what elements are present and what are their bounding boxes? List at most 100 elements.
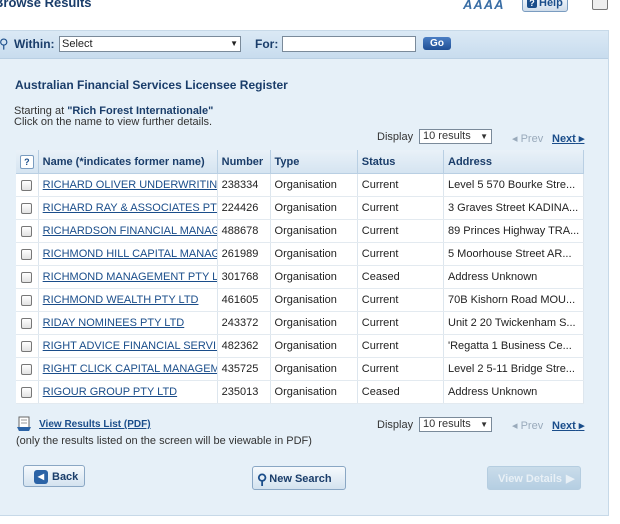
pdf-row: View Results List (PDF): [16, 416, 151, 432]
font-size-selector[interactable]: AAAA: [463, 0, 505, 12]
next-link-bottom[interactable]: Next ▸: [552, 419, 584, 432]
status-cell: Current: [357, 173, 445, 197]
licensee-name-link[interactable]: RICHMOND MANAGEMENT PTY LTD: [43, 271, 217, 283]
column-header-address[interactable]: Address: [443, 150, 584, 174]
type-cell: Organisation: [270, 219, 358, 243]
row-select[interactable]: [16, 242, 39, 266]
row-select[interactable]: [16, 288, 39, 312]
name-cell: RICHMOND WEALTH PTY LTD: [38, 288, 218, 312]
row-select[interactable]: [16, 380, 39, 404]
row-select[interactable]: [16, 311, 39, 335]
register-title: Australian Financial Services Licensee R…: [15, 78, 288, 92]
prev-label: Prev: [520, 133, 544, 145]
row-select[interactable]: [16, 219, 39, 243]
number-cell: 482362: [217, 334, 271, 358]
display-select-top[interactable]: 10 results ▼: [419, 129, 492, 144]
row-checkbox[interactable]: [21, 225, 33, 237]
name-cell: RIGOUR GROUP PTY LTD: [38, 380, 218, 404]
go-button[interactable]: Go: [423, 37, 451, 50]
number-cell: 243372: [217, 311, 271, 335]
name-cell: RIGHT CLICK CAPITAL MANAGEM...: [38, 357, 218, 381]
search-input[interactable]: [282, 36, 416, 52]
column-header-type[interactable]: Type: [270, 150, 358, 174]
number-cell: 238334: [217, 173, 271, 197]
column-header-number[interactable]: Number: [217, 150, 271, 174]
table-row: RICHARDSON FINANCIAL MANAG... 488678 Organ…: [16, 219, 584, 243]
print-icon[interactable]: [592, 0, 608, 10]
dropdown-arrow-icon: ▼: [480, 132, 488, 141]
licensee-name-link[interactable]: RICHARD RAY & ASSOCIATES PTY...: [43, 202, 217, 214]
address-cell: Level 2 5-11 Bridge Stre...: [443, 357, 584, 381]
help-column-header[interactable]: ?: [16, 150, 39, 174]
display-label: Display: [377, 419, 414, 431]
licensee-name-link[interactable]: RICHARD OLIVER UNDERWRITIN...: [43, 179, 217, 191]
table-row: RICHARD RAY & ASSOCIATES PTY... 224426 Org…: [16, 196, 584, 220]
row-checkbox[interactable]: [21, 202, 33, 214]
within-select[interactable]: Select ▼: [59, 36, 241, 52]
table-row: RICHARD OLIVER UNDERWRITIN... 238334 Organ…: [16, 173, 584, 197]
table-row: RIGHT CLICK CAPITAL MANAGEM... 435725 Orga…: [16, 357, 584, 381]
type-cell: Organisation: [270, 357, 358, 381]
view-results-pdf-link[interactable]: View Results List (PDF): [39, 419, 151, 430]
next-label: Next: [552, 420, 576, 432]
name-cell: RIGHT ADVICE FINANCIAL SERVI...: [38, 334, 218, 358]
name-cell: RICHMOND HILL CAPITAL MANAG...: [38, 242, 218, 266]
licensee-name-link[interactable]: RICHMOND HILL CAPITAL MANAG...: [43, 248, 217, 260]
view-details-label: View Details: [498, 473, 562, 485]
row-select[interactable]: [16, 265, 39, 289]
pdf-icon: [17, 416, 31, 431]
prev-link-bottom[interactable]: ◂ Prev: [512, 419, 543, 432]
instruction-text: Click on the name to view further detail…: [14, 116, 213, 128]
type-cell: Organisation: [270, 380, 358, 404]
back-label: Back: [52, 471, 79, 483]
column-header-status[interactable]: Status: [357, 150, 445, 174]
help-icon: ?: [19, 154, 34, 169]
licensee-name-link[interactable]: RICHMOND WEALTH PTY LTD: [43, 294, 199, 306]
licensee-name-link[interactable]: RIGHT CLICK CAPITAL MANAGEM...: [43, 363, 217, 375]
status-cell: Current: [357, 357, 445, 381]
display-bottom: Display 10 results ▼: [377, 417, 492, 432]
licensee-name-link[interactable]: RIGHT ADVICE FINANCIAL SERVI...: [43, 340, 217, 352]
licensee-name-link[interactable]: RICHARDSON FINANCIAL MANAG...: [43, 225, 217, 237]
row-checkbox[interactable]: [21, 363, 33, 375]
licensee-name-link[interactable]: RIGOUR GROUP PTY LTD: [43, 386, 177, 398]
name-cell: RIDAY NOMINEES PTY LTD: [38, 311, 218, 335]
row-checkbox[interactable]: [21, 179, 33, 191]
address-cell: Level 5 570 Bourke Stre...: [443, 173, 584, 197]
next-label: Next: [552, 133, 576, 145]
name-cell: RICHARD OLIVER UNDERWRITIN...: [38, 173, 218, 197]
row-checkbox[interactable]: [21, 386, 33, 398]
row-checkbox[interactable]: [21, 248, 33, 260]
back-button[interactable]: ◀ Back: [23, 465, 85, 487]
status-cell: Current: [357, 242, 445, 266]
prev-arrow-icon: ◂: [512, 133, 518, 145]
results-panel: ⚲ Within: Select ▼ For: Go Australian Fin…: [0, 30, 609, 516]
intro-text: Starting at "Rich Forest Internationale"…: [14, 106, 234, 128]
row-select[interactable]: [16, 196, 39, 220]
row-checkbox[interactable]: [21, 340, 33, 352]
row-select[interactable]: [16, 173, 39, 197]
row-checkbox[interactable]: [21, 317, 33, 329]
row-select[interactable]: [16, 334, 39, 358]
row-checkbox[interactable]: [21, 294, 33, 306]
display-select-bottom[interactable]: 10 results ▼: [419, 417, 492, 432]
pdf-note: (only the results listed on the screen w…: [16, 435, 312, 447]
new-search-button[interactable]: ⚲ New Search: [252, 466, 346, 490]
new-search-label: New Search: [269, 473, 332, 485]
view-details-button[interactable]: View Details ▶: [487, 466, 581, 490]
prev-label: Prev: [520, 420, 544, 432]
address-cell: 'Regatta 1 Business Ce...: [443, 334, 584, 358]
next-link-top[interactable]: Next ▸: [552, 132, 584, 145]
prev-link-top[interactable]: ◂ Prev: [512, 132, 543, 145]
number-cell: 435725: [217, 357, 271, 381]
table-row: RIGOUR GROUP PTY LTD 235013 Organisation Ce…: [16, 380, 584, 404]
status-cell: Current: [357, 219, 445, 243]
dropdown-arrow-icon: ▼: [230, 39, 238, 48]
type-cell: Organisation: [270, 288, 358, 312]
help-button[interactable]: ? Help: [522, 0, 568, 12]
for-label: For:: [255, 37, 279, 51]
row-select[interactable]: [16, 357, 39, 381]
column-header-name[interactable]: Name (*indicates former name): [38, 150, 218, 174]
licensee-name-link[interactable]: RIDAY NOMINEES PTY LTD: [43, 317, 185, 329]
row-checkbox[interactable]: [21, 271, 33, 283]
